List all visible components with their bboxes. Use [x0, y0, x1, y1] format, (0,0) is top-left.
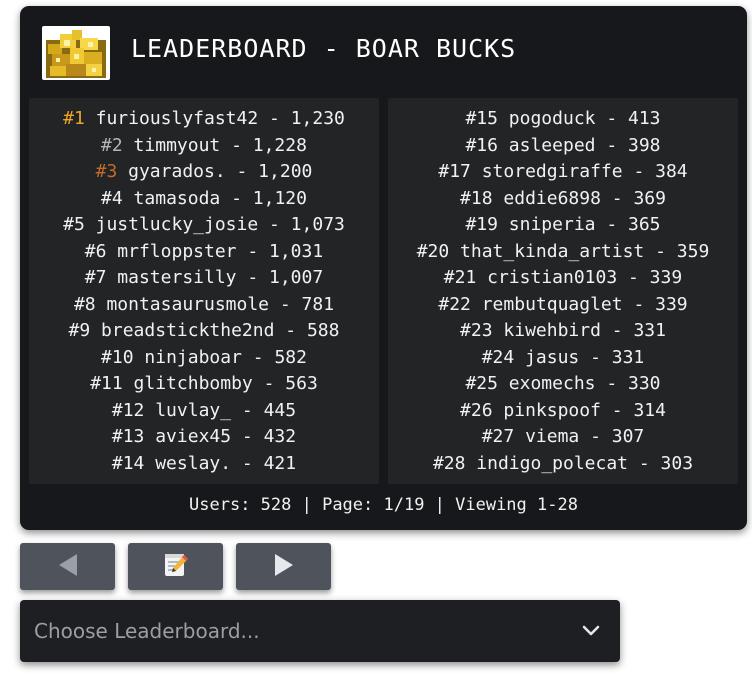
leaderboard-entry: #24 jasus - 331	[482, 345, 645, 372]
entry-text: #21 cristian0103 - 339	[443, 267, 683, 288]
entry-text: #11 glitchbomby - 563	[90, 373, 318, 394]
leaderboard-entry: #13 aviex45 - 432	[112, 424, 296, 451]
entry-text: #10 ninjaboar - 582	[101, 346, 307, 368]
leaderboard-column-left: #1 furiouslyfast42 - 1,230 #2 timmyout - …	[29, 98, 379, 484]
entry-text: #19 sniperia - 365	[465, 214, 661, 235]
leaderboard-entry: #28 indigo_polecat - 303	[433, 451, 693, 478]
leaderboard-entry: #12 luvlay_ - 445	[112, 398, 296, 425]
leaderboard-entry: #10 ninjaboar - 582	[101, 345, 307, 372]
entry-text: gyarados. - 1,200	[117, 161, 313, 182]
entry-text: #18 eddie6898 - 369	[460, 187, 666, 209]
leaderboard-entry: #8 montasaurusmole - 781	[74, 292, 334, 319]
leaderboard-entry: #22 rembutquaglet - 339	[438, 292, 687, 319]
leaderboard-entry: #4 tamasoda - 1,120	[101, 186, 307, 213]
chevron-down-icon	[582, 622, 600, 641]
leaderboard-entry: #18 eddie6898 - 369	[460, 186, 666, 213]
entry-text: furiouslyfast42 - 1,230	[84, 108, 345, 129]
leaderboard-entry: #19 sniperia - 365	[465, 212, 660, 239]
gold-coins-pile-icon	[42, 26, 110, 80]
entry-text: #17 storedgiraffe - 384	[438, 161, 688, 182]
entry-text: #13 aviex45 - 432	[111, 426, 297, 447]
entry-text: #15 pogoduck - 413	[465, 108, 661, 129]
entry-text: #12 luvlay_ - 445	[111, 399, 297, 421]
leaderboard-column-right: #15 pogoduck - 413 #16 asleeped - 398 #17 …	[388, 98, 738, 484]
leaderboard-entry: #23 kiwehbird - 331	[460, 318, 666, 345]
rank-number-gold: #1	[63, 108, 85, 129]
leaderboard-entry: #27 viema - 307	[482, 424, 645, 451]
leaderboard-entry: #26 pinkspoof - 314	[460, 398, 666, 425]
leaderboard-entry: #3 gyarados. - 1,200	[96, 159, 313, 186]
leaderboard-entry: #11 glitchbomby - 563	[90, 371, 318, 398]
leaderboard-select[interactable]: Choose Leaderboard...	[20, 600, 620, 662]
leaderboard-entry: #20 that_kinda_artist - 359	[417, 239, 710, 266]
entry-text: #26 pinkspoof - 314	[460, 399, 666, 421]
leaderboard-card: LEADERBOARD - BOAR BUCKS #1 furiouslyfas…	[20, 6, 747, 530]
memo-pencil-icon	[162, 551, 190, 583]
edit-button[interactable]	[128, 543, 223, 590]
leaderboard-select-placeholder: Choose Leaderboard...	[34, 619, 260, 643]
left-arrow-icon	[57, 553, 79, 581]
previous-page-button[interactable]	[20, 543, 115, 590]
right-arrow-icon	[273, 553, 295, 581]
entry-text: #23 kiwehbird - 331	[460, 320, 666, 341]
entry-text: #22 rembutquaglet - 339	[438, 293, 688, 315]
entry-text: #20 that_kinda_artist - 359	[416, 240, 710, 262]
leaderboard-entry: #21 cristian0103 - 339	[444, 265, 682, 292]
leaderboard-entry: #15 pogoduck - 413	[465, 106, 660, 133]
leaderboard-entry: #2 timmyout - 1,228	[101, 133, 307, 160]
entry-text: #16 asleeped - 398	[465, 134, 661, 156]
leaderboard-entry: #5 justlucky_josie - 1,073	[63, 212, 345, 239]
entry-text: #24 jasus - 331	[481, 346, 645, 368]
pagination-status: Users: 528 | Page: 1/19 | Viewing 1-28	[189, 495, 578, 515]
leaderboard-entry: #7 mastersilly - 1,007	[85, 265, 323, 292]
entry-text: timmyout - 1,228	[122, 134, 307, 156]
leaderboard-entry: #17 storedgiraffe - 384	[438, 159, 687, 186]
entry-text: #7 mastersilly - 1,007	[84, 267, 324, 288]
next-page-button[interactable]	[236, 543, 331, 590]
leaderboard-title: LEADERBOARD - BOAR BUCKS	[131, 34, 517, 63]
entry-text: #4 tamasoda - 1,120	[101, 187, 307, 209]
rank-number-silver: #2	[101, 134, 123, 156]
leaderboard-entry: #25 exomechs - 330	[465, 371, 660, 398]
entry-text: #25 exomechs - 330	[465, 373, 661, 394]
entry-text: #27 viema - 307	[481, 426, 645, 447]
entry-text: #5 justlucky_josie - 1,073	[63, 214, 345, 235]
leaderboard-entry: #1 furiouslyfast42 - 1,230	[63, 106, 345, 133]
entry-text: #6 mrfloppster - 1,031	[84, 240, 324, 262]
entry-text: #28 indigo_polecat - 303	[432, 452, 694, 474]
entry-text: #8 montasaurusmole - 781	[73, 293, 335, 315]
entry-text: #9 breadstickthe2nd - 588	[68, 320, 340, 341]
leaderboard-entry: #9 breadstickthe2nd - 588	[69, 318, 340, 345]
leaderboard-entry: #14 weslay. - 421	[112, 451, 296, 478]
entry-text: #14 weslay. - 421	[111, 452, 297, 474]
leaderboard-entry: #16 asleeped - 398	[465, 133, 660, 160]
leaderboard-entry: #6 mrfloppster - 1,031	[85, 239, 323, 266]
rank-number-bronze: #3	[95, 161, 118, 182]
